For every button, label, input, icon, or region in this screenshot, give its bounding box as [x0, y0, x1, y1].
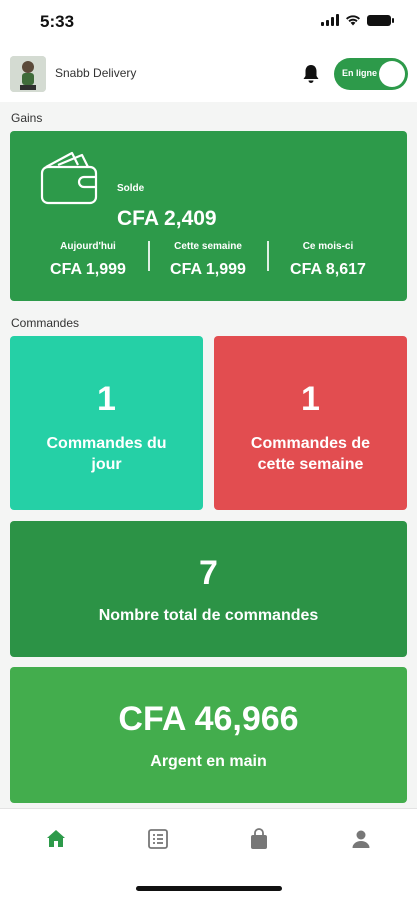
- stat-week: Cette semaine CFA 1,999: [148, 241, 268, 279]
- orders-week-label: Commandes de cette semaine: [214, 433, 407, 475]
- orders-total-tile[interactable]: 7 Nombre total de commandes: [10, 521, 407, 657]
- home-indicator: [136, 886, 282, 891]
- cash-in-hand-tile[interactable]: CFA 46,966 Argent en main: [10, 667, 407, 803]
- stat-today-label: Aujourd'hui: [60, 241, 116, 252]
- status-time: 5:33: [40, 12, 75, 31]
- stat-month-value: CFA 8,617: [290, 261, 366, 278]
- app-header: Snabb Delivery En ligne: [0, 50, 417, 100]
- orders-total-value: 7: [199, 554, 218, 592]
- wifi-icon: [346, 15, 360, 26]
- toggle-knob: [379, 61, 405, 87]
- orders-week-tile[interactable]: 1 Commandes de cette semaine: [214, 336, 407, 510]
- stat-week-label: Cette semaine: [174, 241, 242, 252]
- tab-bar: [0, 808, 417, 870]
- orders-week-label-line2: cette semaine: [257, 456, 364, 473]
- status-icons: [321, 14, 394, 26]
- commandes-section-label: Commandes: [11, 316, 80, 330]
- brand-name: Snabb Delivery: [55, 66, 137, 80]
- orders-today-label-line2: jour: [91, 456, 122, 473]
- wallet-icon: [40, 151, 98, 205]
- profile-icon[interactable]: [349, 827, 373, 851]
- home-icon[interactable]: [44, 827, 68, 851]
- stat-week-value: CFA 1,999: [170, 261, 246, 278]
- orders-week-label-line1: Commandes de: [250, 435, 371, 452]
- online-toggle-label: En ligne: [342, 68, 378, 78]
- stat-today: Aujourd'hui CFA 1,999: [28, 241, 148, 279]
- orders-total-label: Nombre total de commandes: [98, 607, 319, 624]
- cash-in-hand-value: CFA 46,966: [118, 700, 299, 738]
- orders-today-tile[interactable]: 1 Commandes du jour: [10, 336, 203, 510]
- battery-icon: [367, 14, 394, 26]
- avatar-image: [10, 56, 46, 92]
- orders-today-value: 1: [97, 380, 116, 418]
- stat-today-value: CFA 1,999: [50, 261, 126, 278]
- gains-section-label: Gains: [11, 111, 43, 125]
- orders-today-label-line1: Commandes du: [46, 435, 167, 452]
- solde-label: Solde: [117, 183, 145, 194]
- status-bar: 5:33: [0, 0, 417, 48]
- avatar[interactable]: [10, 56, 46, 92]
- dashboard-content: Gains Solde CFA 2,409 Aujourd'hui CFA 1,…: [0, 102, 417, 808]
- stat-month-label: Ce mois-ci: [302, 241, 354, 252]
- gains-card: Solde CFA 2,409 Aujourd'hui CFA 1,999 Ce…: [10, 131, 407, 301]
- solde-value: CFA 2,409: [117, 207, 217, 230]
- orders-today-label: Commandes du jour: [10, 433, 203, 475]
- signal-icon: [321, 14, 339, 26]
- orders-week-value: 1: [301, 380, 320, 418]
- stat-month: Ce mois-ci CFA 8,617: [268, 241, 388, 279]
- online-toggle[interactable]: En ligne: [334, 58, 408, 90]
- bell-icon[interactable]: [300, 63, 322, 85]
- orders-list-icon[interactable]: [146, 827, 170, 851]
- shopping-bag-icon[interactable]: [247, 827, 271, 851]
- cash-in-hand-label: Argent en main: [150, 753, 267, 770]
